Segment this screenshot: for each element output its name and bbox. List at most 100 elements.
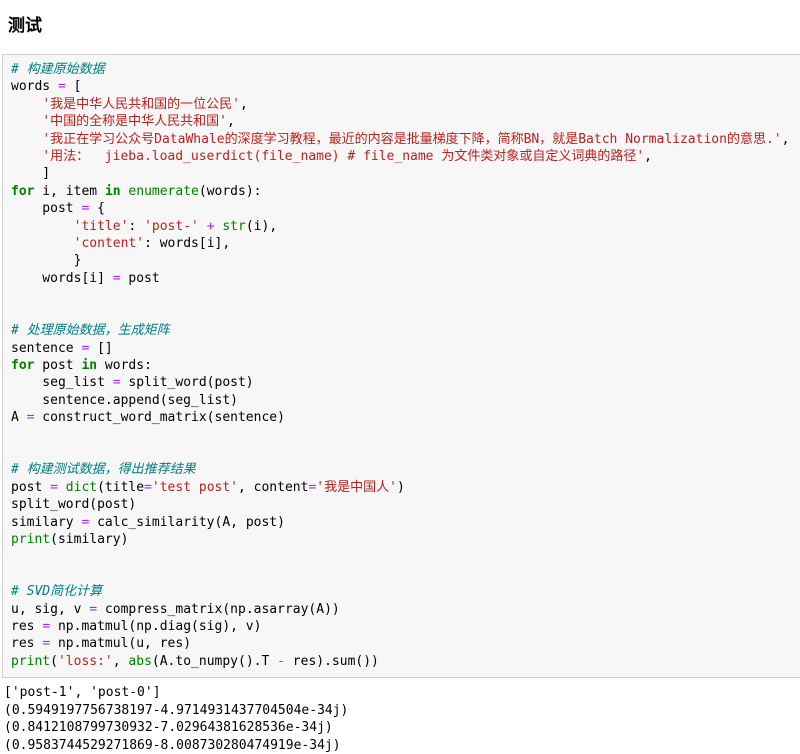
page-title: 测试 — [8, 16, 42, 35]
code-token: , content — [238, 479, 309, 495]
code-token: (similary) — [50, 531, 129, 547]
code-token: # 构建测试数据，得出推荐结果 — [11, 462, 196, 478]
code-line: for post in words: — [11, 357, 792, 374]
code-line: for i, item in enumerate(words): — [11, 183, 792, 200]
code-token: (title — [97, 479, 145, 495]
code-cell[interactable]: # 构建原始数据 words = [ '我是中华人民共和国的一位公民', '中国的… — [2, 54, 800, 679]
code-token: [ — [65, 79, 82, 95]
output-line: (0.8412108799730932-7.02964381628536e-34… — [4, 720, 333, 736]
code-token: i, item — [34, 183, 105, 199]
code-token: = — [144, 479, 152, 495]
code-token: = — [112, 375, 121, 391]
code-token: print — [11, 531, 51, 547]
code-line: '我是中华人民共和国的一位公民', — [11, 96, 792, 113]
code-token: '我正在学习公众号DataWhale的深度学习教程，最近的内容是批量梯度下降，简… — [42, 131, 782, 147]
code-token: u, sig, v — [11, 601, 90, 617]
code-token: for — [11, 183, 35, 199]
code-token: for — [11, 357, 35, 373]
code-token: - — [277, 653, 285, 669]
code-line: similary = calc_similarity(A, post) — [11, 514, 792, 531]
code-token: 'test post' — [151, 479, 238, 495]
code-line: words = [ — [11, 78, 792, 95]
code-line: res = np.matmul(np.diag(sig), v) — [11, 618, 792, 635]
code-token: abs — [128, 653, 152, 669]
code-token: ) — [396, 479, 405, 495]
code-token: # SVD简化计算 — [11, 584, 103, 600]
code-token: [] — [89, 340, 113, 356]
code-token: 'content' — [73, 236, 145, 252]
code-token: words: — [97, 357, 152, 373]
code-token: '我是中国人' — [316, 479, 397, 495]
output-line: ['post-1', 'post-0'] — [4, 685, 161, 701]
code-line: # 处理原始数据，生成矩阵 — [11, 322, 792, 339]
code-line: print(similary) — [11, 531, 792, 548]
code-token: res — [11, 636, 43, 652]
code-token: 'post-' — [144, 218, 199, 234]
code-line: # SVD简化计算 — [11, 583, 792, 600]
code-token: , — [239, 96, 248, 112]
code-token: construct_word_matrix(sentence) — [34, 410, 285, 426]
output-area: ['post-1', 'post-0'] (0.5949197756738197-… — [0, 684, 800, 754]
code-token: sentence.append(seg_list) — [11, 392, 238, 408]
code-token: ( — [50, 653, 58, 669]
code-token: = — [42, 636, 51, 652]
code-line: seg_list = split_word(post) — [11, 374, 792, 391]
code-token: enumerate — [128, 183, 199, 199]
code-line: sentence = [] — [11, 340, 792, 357]
code-token: { — [89, 201, 105, 217]
code-token: '用法： jieba.load_userdict(file_name) # fi… — [42, 149, 645, 165]
code-token: , — [644, 149, 652, 165]
code-token: , — [781, 131, 790, 147]
code-line: '我正在学习公众号DataWhale的深度学习教程，最近的内容是批量梯度下降，简… — [11, 131, 792, 148]
code-token: , — [112, 653, 129, 669]
code-token: np.matmul(u, res) — [50, 636, 192, 652]
code-token: seg_list — [11, 375, 113, 391]
code-token: A — [11, 410, 27, 426]
code-token: np.matmul(np.diag(sig), v) — [50, 619, 262, 634]
code-token: : — [128, 218, 145, 234]
code-token: (words): — [198, 183, 262, 199]
code-token: 'loss:' — [57, 653, 113, 669]
code-token: = — [57, 79, 66, 95]
code-token: '我是中华人民共和国的一位公民' — [42, 96, 240, 112]
code-line: '中国的全称是中华人民共和国', — [11, 113, 792, 130]
code-line: '用法： jieba.load_userdict(file_name) # fi… — [11, 148, 792, 165]
code-token: calc_similarity(A, post) — [89, 514, 285, 530]
code-token: split_word(post) — [120, 375, 254, 391]
code-line: res = np.matmul(u, res) — [11, 635, 792, 652]
code-line: post = { — [11, 200, 792, 217]
code-token: str — [222, 218, 246, 234]
code-token: = — [50, 479, 58, 495]
code-line: words[i] = post — [11, 270, 792, 287]
code-token: in — [81, 357, 98, 373]
code-token: split_word(post) — [11, 497, 137, 513]
code-token: sentence — [11, 340, 82, 356]
code-token: '中国的全称是中华人民共和国' — [42, 114, 227, 130]
code-token: compress_matrix(np.asarray(A)) — [97, 601, 340, 617]
code-token: post — [11, 479, 51, 495]
code-token: post — [34, 357, 82, 373]
code-token: print — [11, 653, 51, 669]
code-token: , — [226, 114, 235, 130]
code-line: 'title': 'post-' + str(i), — [11, 218, 792, 235]
code-token: res — [11, 619, 43, 634]
code-line: A = construct_word_matrix(sentence) — [11, 409, 792, 426]
code-token: # 构建原始数据 — [11, 62, 105, 77]
code-token: (A.to_numpy().T — [151, 653, 278, 669]
code-token: 'title' — [73, 218, 129, 234]
output-line: (0.9583744529271869-8.008730280474919e-3… — [4, 738, 341, 753]
code-line: u, sig, v = compress_matrix(np.asarray(A… — [11, 601, 792, 618]
output-line: (0.5949197756738197-4.9714931437704504e-… — [4, 702, 349, 718]
